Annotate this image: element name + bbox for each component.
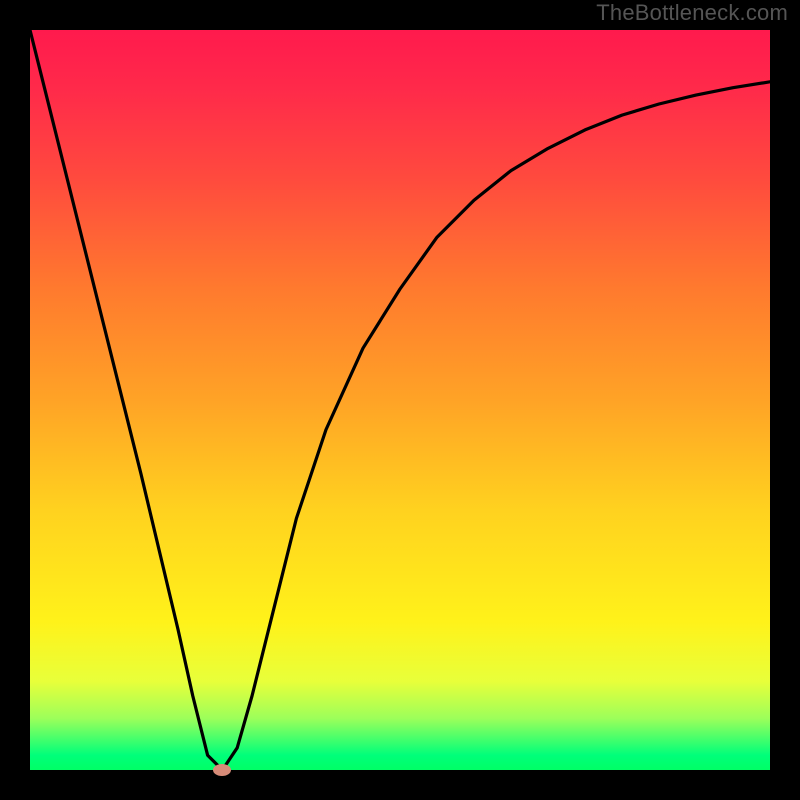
- curve-svg: [30, 30, 770, 770]
- watermark-text: TheBottleneck.com: [596, 0, 788, 26]
- chart-container: TheBottleneck.com: [0, 0, 800, 800]
- plot-frame: [30, 30, 770, 770]
- bottleneck-curve-path: [30, 30, 770, 770]
- minimum-marker: [213, 764, 231, 776]
